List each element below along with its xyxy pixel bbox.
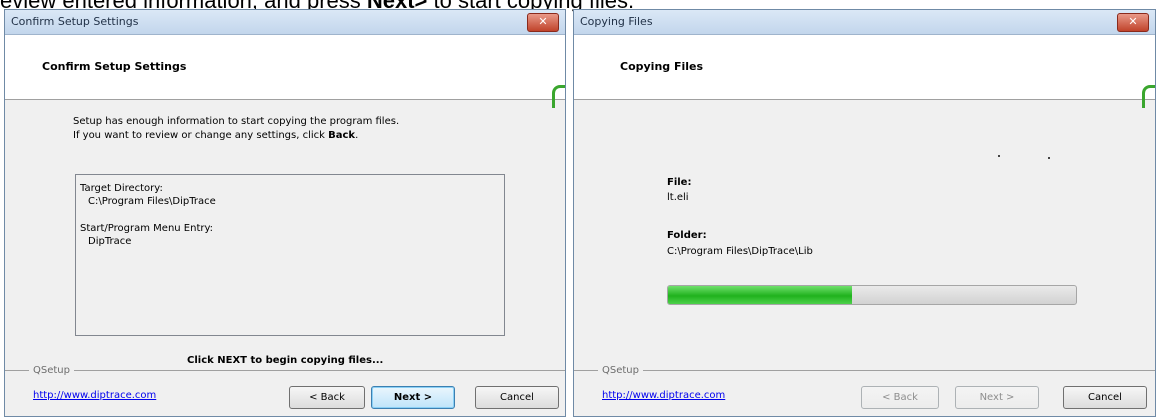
back-button[interactable]: < Back bbox=[861, 386, 939, 409]
qsetup-label: QSetup bbox=[598, 365, 643, 376]
dot-mark bbox=[1048, 157, 1050, 159]
close-icon: ✕ bbox=[1128, 15, 1138, 28]
header-title: Confirm Setup Settings bbox=[42, 60, 187, 73]
file-label: File: bbox=[667, 176, 691, 189]
file-value: lt.eli bbox=[667, 192, 689, 203]
window-title: Copying Files bbox=[580, 15, 653, 28]
intro-line-1: Setup has enough information to start co… bbox=[73, 116, 400, 127]
dot-mark bbox=[998, 155, 1000, 157]
settings-summary-box[interactable]: Target Directory: C:\Program Files\DipTr… bbox=[75, 174, 505, 336]
progress-fill bbox=[668, 286, 852, 304]
click-next-instruction: Click NEXT to begin copying files... bbox=[187, 355, 384, 366]
menu-entry-label: Start/Program Menu Entry: bbox=[80, 223, 214, 234]
copy-progress-bar bbox=[667, 285, 1077, 305]
window-title: Confirm Setup Settings bbox=[11, 15, 139, 28]
close-icon: ✕ bbox=[538, 15, 548, 28]
cancel-button[interactable]: Cancel bbox=[1063, 386, 1147, 409]
file-label-text: File: bbox=[667, 177, 692, 188]
intro-back-word: Back bbox=[328, 130, 356, 141]
qsetup-divider bbox=[574, 370, 1155, 372]
wizard-header: Copying Files bbox=[574, 35, 1155, 108]
header-title: Copying Files bbox=[620, 60, 704, 73]
diptrace-link[interactable]: http://www.diptrace.com bbox=[602, 390, 725, 401]
cancel-button[interactable]: Cancel bbox=[475, 386, 559, 409]
qsetup-divider bbox=[5, 370, 565, 372]
close-button[interactable]: ✕ bbox=[1117, 13, 1149, 32]
qsetup-label: QSetup bbox=[29, 365, 74, 376]
folder-value: C:\Program Files\DipTrace\Lib bbox=[667, 246, 813, 257]
wizard-header: Confirm Setup Settings bbox=[5, 35, 565, 108]
next-button[interactable]: Next > bbox=[371, 386, 455, 409]
title-bar: Confirm Setup Settings ✕ bbox=[5, 10, 565, 35]
qsetup-logo-icon bbox=[552, 85, 565, 108]
intro-line-2-end: . bbox=[355, 130, 359, 141]
target-directory-value: C:\Program Files\DipTrace bbox=[88, 196, 216, 207]
diptrace-link[interactable]: http://www.diptrace.com bbox=[33, 390, 156, 401]
copying-files-window: Copying Files ✕ Copying Files File: lt.e… bbox=[573, 9, 1156, 417]
intro-text: Setup has enough information to start co… bbox=[73, 115, 399, 143]
close-button[interactable]: ✕ bbox=[527, 13, 559, 32]
confirm-setup-window: Confirm Setup Settings ✕ Confirm Setup S… bbox=[4, 9, 566, 417]
next-button[interactable]: Next > bbox=[955, 386, 1039, 409]
qsetup-logo-icon bbox=[1142, 85, 1155, 108]
folder-label-text: Folder: bbox=[667, 230, 707, 241]
target-directory-label: Target Directory: bbox=[80, 183, 163, 194]
title-bar: Copying Files ✕ bbox=[574, 10, 1155, 35]
folder-label: Folder: bbox=[667, 229, 707, 242]
menu-entry-value: DipTrace bbox=[88, 236, 132, 247]
intro-line-2-text: If you want to review or change any sett… bbox=[73, 130, 329, 141]
back-button[interactable]: < Back bbox=[289, 386, 365, 409]
intro-line-2: If you want to review or change any sett… bbox=[73, 129, 399, 143]
